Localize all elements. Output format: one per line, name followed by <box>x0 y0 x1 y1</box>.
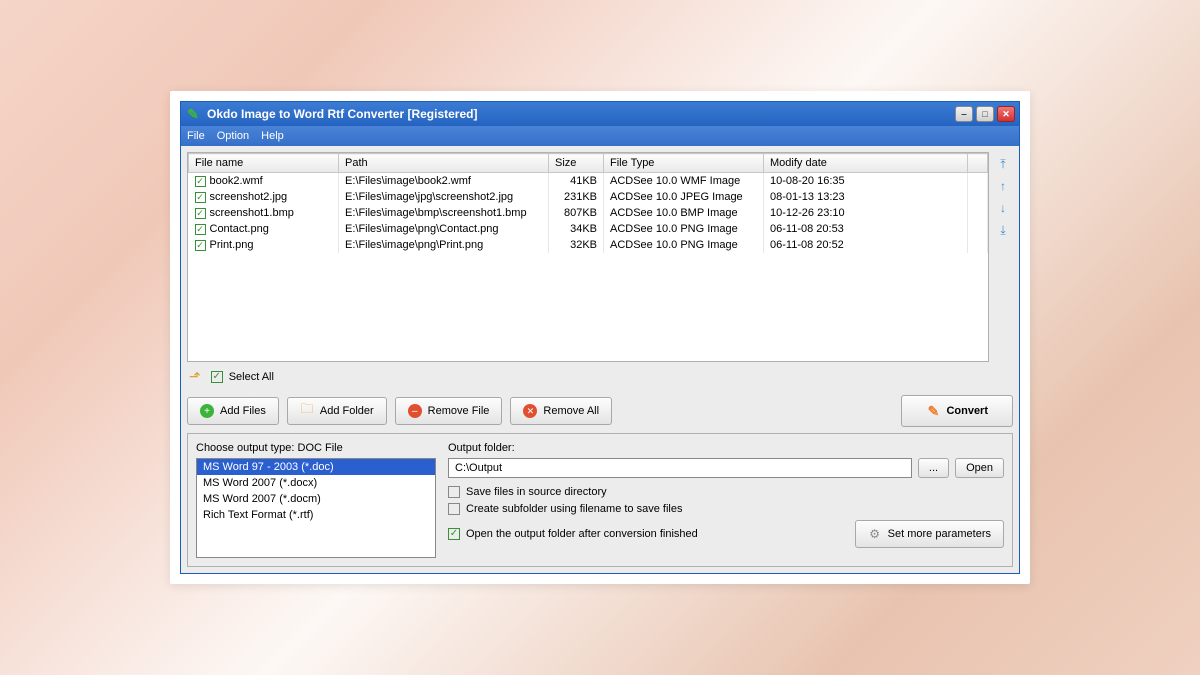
move-down-button[interactable]: ↓ <box>995 200 1011 216</box>
output-type-list[interactable]: MS Word 97 - 2003 (*.doc)MS Word 2007 (*… <box>196 458 436 558</box>
maximize-button[interactable]: □ <box>976 106 994 122</box>
content-area: File name Path Size File Type Modify dat… <box>181 146 1019 573</box>
table-row[interactable]: Print.pngE:\Files\image\png\Print.png32K… <box>189 237 988 253</box>
create-subfolder-label: Create subfolder using filename to save … <box>466 503 682 515</box>
open-after-checkbox[interactable] <box>448 528 460 540</box>
row-checkbox[interactable] <box>195 192 206 203</box>
folder-icon: 🗀 <box>300 404 314 418</box>
save-in-source-checkbox[interactable] <box>448 486 460 498</box>
col-filename[interactable]: File name <box>189 154 339 173</box>
remove-file-button[interactable]: – Remove File <box>395 397 503 425</box>
select-all-checkbox[interactable] <box>211 371 223 383</box>
minimize-button[interactable]: ‒ <box>955 106 973 122</box>
select-all-label: Select All <box>229 371 274 383</box>
x-icon: ✕ <box>523 404 537 418</box>
window-title: Okdo Image to Word Rtf Converter [Regist… <box>207 107 952 121</box>
gear-icon: ⚙ <box>868 527 882 541</box>
add-folder-label: Add Folder <box>320 405 374 417</box>
table-row[interactable]: Contact.pngE:\Files\image\png\Contact.pn… <box>189 221 988 237</box>
plus-icon: + <box>200 404 214 418</box>
col-filetype[interactable]: File Type <box>604 154 764 173</box>
file-list[interactable]: File name Path Size File Type Modify dat… <box>187 152 989 362</box>
convert-button[interactable]: ✎ Convert <box>901 395 1013 427</box>
add-files-button[interactable]: + Add Files <box>187 397 279 425</box>
add-folder-button[interactable]: 🗀 Add Folder <box>287 397 387 425</box>
row-checkbox[interactable] <box>195 240 206 251</box>
remove-file-label: Remove File <box>428 405 490 417</box>
output-folder-label: Output folder: <box>448 442 1004 454</box>
col-spacer <box>968 154 988 173</box>
open-folder-button[interactable]: Open <box>955 458 1004 478</box>
remove-all-label: Remove All <box>543 405 599 417</box>
browse-button[interactable]: ... <box>918 458 949 478</box>
set-parameters-button[interactable]: ⚙ Set more parameters <box>855 520 1004 548</box>
menu-option[interactable]: Option <box>217 130 249 142</box>
row-checkbox[interactable] <box>195 176 206 187</box>
table-row[interactable]: screenshot2.jpgE:\Files\image\jpg\screen… <box>189 189 988 205</box>
app-window: ✎ Okdo Image to Word Rtf Converter [Regi… <box>180 101 1020 574</box>
output-type-option[interactable]: MS Word 2007 (*.docm) <box>197 491 435 507</box>
output-type-label: Choose output type: DOC File <box>196 442 436 454</box>
app-icon: ✎ <box>185 106 201 122</box>
menu-help[interactable]: Help <box>261 130 284 142</box>
output-type-option[interactable]: MS Word 2007 (*.docx) <box>197 475 435 491</box>
output-type-option[interactable]: Rich Text Format (*.rtf) <box>197 507 435 523</box>
menu-file[interactable]: File <box>187 130 205 142</box>
output-folder-input[interactable] <box>448 458 912 478</box>
table-row[interactable]: screenshot1.bmpE:\Files\image\bmp\screen… <box>189 205 988 221</box>
reorder-buttons: ⤒ ↑ ↓ ⤓ <box>993 152 1013 362</box>
file-toolbar: + Add Files 🗀 Add Folder – Remove File ✕… <box>187 389 1013 433</box>
create-subfolder-checkbox[interactable] <box>448 503 460 515</box>
convert-label: Convert <box>946 405 988 417</box>
convert-icon: ✎ <box>926 404 940 418</box>
output-panel: Choose output type: DOC File MS Word 97 … <box>187 433 1013 567</box>
up-indicator-icon: ⬏ <box>189 368 201 385</box>
titlebar: ✎ Okdo Image to Word Rtf Converter [Regi… <box>181 102 1019 126</box>
row-checkbox[interactable] <box>195 208 206 219</box>
col-modify[interactable]: Modify date <box>764 154 968 173</box>
minus-icon: – <box>408 404 422 418</box>
row-checkbox[interactable] <box>195 224 206 235</box>
col-size[interactable]: Size <box>549 154 604 173</box>
save-in-source-label: Save files in source directory <box>466 486 607 498</box>
table-row[interactable]: book2.wmfE:\Files\image\book2.wmf41KBACD… <box>189 173 988 190</box>
set-parameters-label: Set more parameters <box>888 528 991 540</box>
move-top-button[interactable]: ⤒ <box>995 156 1011 172</box>
menubar: File Option Help <box>181 126 1019 146</box>
col-path[interactable]: Path <box>339 154 549 173</box>
open-after-label: Open the output folder after conversion … <box>466 528 698 540</box>
add-files-label: Add Files <box>220 405 266 417</box>
remove-all-button[interactable]: ✕ Remove All <box>510 397 612 425</box>
close-button[interactable]: ✕ <box>997 106 1015 122</box>
move-up-button[interactable]: ↑ <box>995 178 1011 194</box>
move-bottom-button[interactable]: ⤓ <box>995 222 1011 238</box>
output-type-option[interactable]: MS Word 97 - 2003 (*.doc) <box>197 459 435 475</box>
